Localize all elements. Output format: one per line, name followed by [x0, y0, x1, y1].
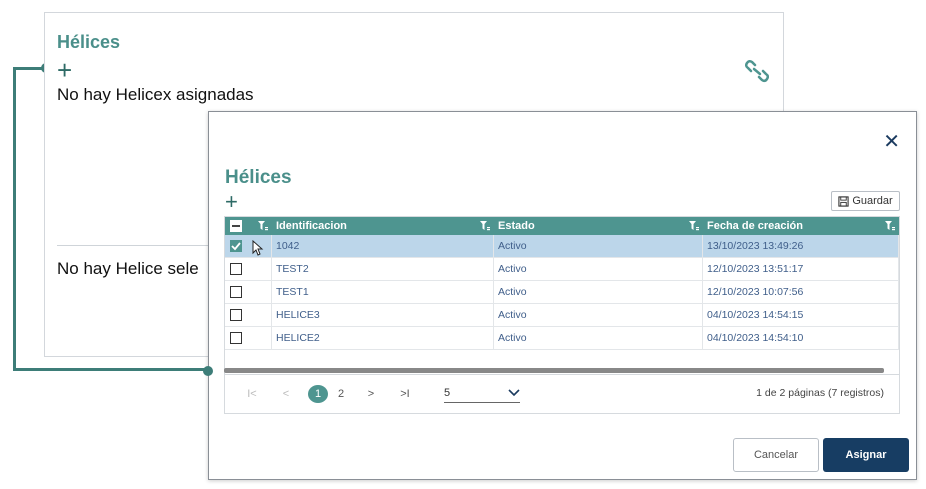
filter-icon[interactable] [885, 221, 895, 231]
cell-estado: Activo [494, 258, 703, 280]
header-identificacion[interactable]: Identificacion [272, 217, 494, 235]
cell-identificacion: TEST1 [272, 281, 494, 303]
row-select-cell [225, 304, 272, 326]
cell-identificacion: TEST2 [272, 258, 494, 280]
background-title: Hélices [57, 32, 121, 52]
select-all-checkbox[interactable] [230, 220, 242, 232]
close-icon[interactable]: ✕ [883, 132, 900, 152]
pagination: I< < 1 2 > >I 5 1 de 2 páginas (7 regist… [224, 374, 900, 414]
background-empty-helices: No hay Helicex asignadas [57, 85, 254, 104]
cell-identificacion: 1042 [272, 235, 494, 257]
filter-icon[interactable] [689, 221, 699, 231]
row-checkbox[interactable] [230, 332, 242, 344]
cell-fecha: 04/10/2023 14:54:15 [703, 304, 899, 326]
table-row[interactable]: HELICE2 Activo 04/10/2023 14:54:10 [225, 327, 899, 350]
pagination-info: 1 de 2 páginas (7 registros) [756, 387, 884, 399]
row-checkbox[interactable] [230, 263, 242, 275]
header-estado-label: Estado [498, 220, 535, 232]
first-page-button[interactable]: I< [242, 385, 262, 403]
cell-estado: Activo [494, 304, 703, 326]
row-select-cell [225, 327, 272, 349]
save-icon [838, 195, 849, 207]
background-add-button[interactable]: + [57, 57, 72, 83]
header-fecha-label: Fecha de creación [707, 220, 803, 232]
next-page-button[interactable]: > [361, 385, 381, 403]
page-size-value: 5 [444, 386, 451, 399]
cell-estado: Activo [494, 327, 703, 349]
page-2-button[interactable]: 2 [331, 385, 351, 403]
connector-dot-end [203, 366, 213, 376]
row-checkbox[interactable] [230, 309, 242, 321]
dialog-title: Hélices [225, 167, 292, 188]
prev-page-button[interactable]: < [276, 385, 296, 403]
cell-estado: Activo [494, 281, 703, 303]
filter-icon[interactable] [258, 221, 268, 231]
assign-dialog: ✕ Hélices + Guardar Identificacion Estad… [208, 111, 917, 480]
header-select-all [225, 217, 272, 235]
cell-fecha: 12/10/2023 13:51:17 [703, 258, 899, 280]
horizontal-scrollbar[interactable] [224, 368, 884, 373]
assign-button[interactable]: Asignar [823, 438, 909, 472]
row-checkbox[interactable] [230, 240, 242, 252]
cell-identificacion: HELICE2 [272, 327, 494, 349]
page-size-select[interactable]: 5 [444, 383, 520, 403]
mouse-cursor-icon [252, 239, 264, 261]
last-page-button[interactable]: >I [395, 385, 415, 403]
cell-fecha: 13/10/2023 13:49:26 [703, 235, 899, 257]
link-icon[interactable] [744, 59, 770, 88]
checkmark-icon [231, 242, 241, 251]
cell-fecha: 12/10/2023 10:07:56 [703, 281, 899, 303]
cancel-button[interactable]: Cancelar [733, 438, 819, 472]
cell-identificacion: HELICE3 [272, 304, 494, 326]
row-select-cell [225, 258, 272, 280]
header-fecha[interactable]: Fecha de creación [703, 217, 899, 235]
table-header: Identificacion Estado Fecha de creación [225, 217, 899, 235]
page-1-button[interactable]: 1 [308, 385, 328, 403]
background-empty-selected: No hay Helice sele [57, 259, 199, 278]
save-label: Guardar [852, 195, 893, 207]
header-identificacion-label: Identificacion [276, 220, 347, 232]
table-row[interactable]: HELICE3 Activo 04/10/2023 14:54:15 [225, 304, 899, 327]
filter-icon[interactable] [480, 221, 490, 231]
table-row[interactable]: TEST1 Activo 12/10/2023 10:07:56 [225, 281, 899, 304]
save-button[interactable]: Guardar [831, 191, 900, 211]
header-estado[interactable]: Estado [494, 217, 703, 235]
cell-fecha: 04/10/2023 14:54:10 [703, 327, 899, 349]
row-checkbox[interactable] [230, 286, 242, 298]
table-row[interactable]: TEST2 Activo 12/10/2023 13:51:17 [225, 258, 899, 281]
row-select-cell [225, 281, 272, 303]
cell-estado: Activo [494, 235, 703, 257]
add-helice-button[interactable]: + [225, 191, 238, 213]
chevron-down-icon [508, 388, 520, 396]
row-select-cell [225, 235, 272, 257]
table-row[interactable]: 1042 Activo 13/10/2023 13:49:26 [225, 235, 899, 258]
